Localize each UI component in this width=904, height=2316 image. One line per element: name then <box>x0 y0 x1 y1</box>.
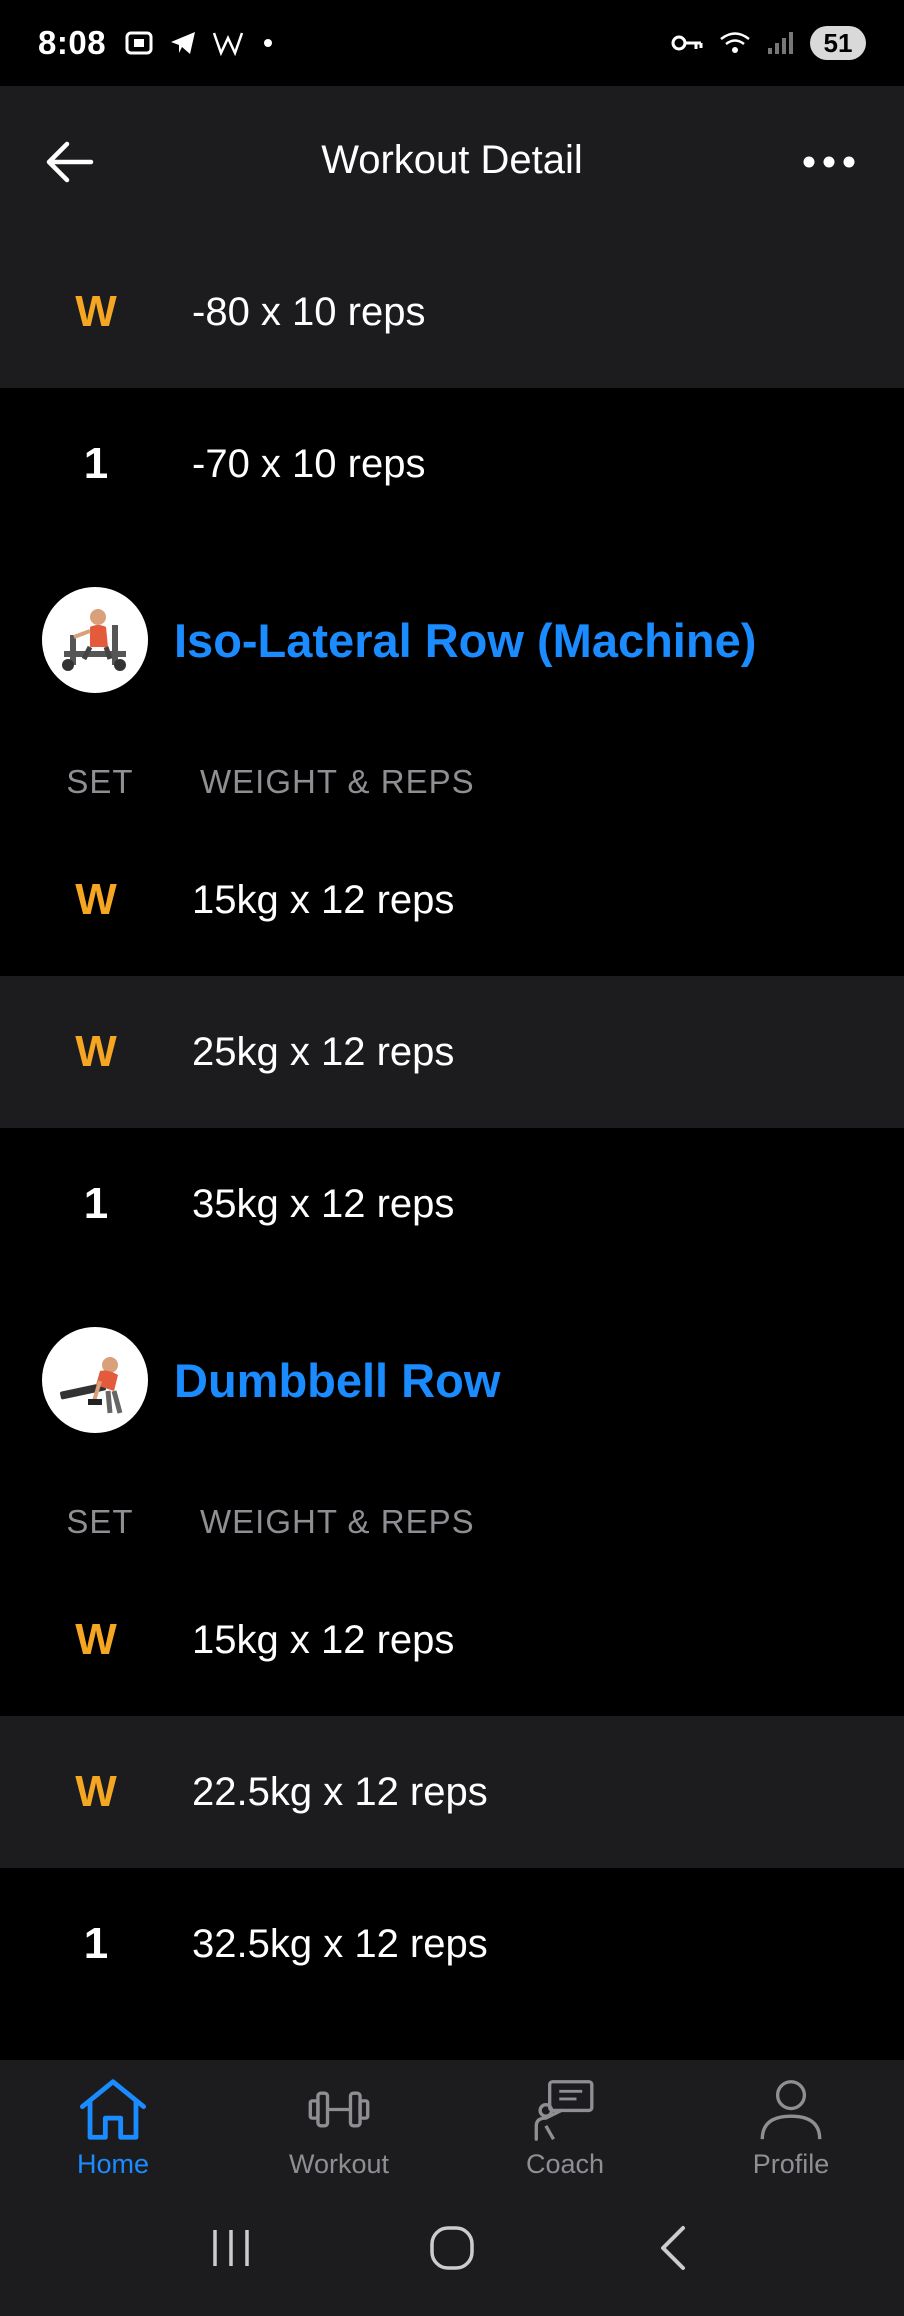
profile-icon <box>760 2080 822 2140</box>
nav-label-home: Home <box>76 2149 150 2179</box>
status-right-icons: 51 <box>670 26 866 60</box>
back-system-button[interactable] <box>628 2213 718 2283</box>
set-label: W <box>75 875 117 924</box>
chevron-left-icon <box>661 2226 686 2270</box>
app-header: Workout Detail <box>0 86 904 236</box>
home-circle-icon <box>430 2226 474 2270</box>
more-options-button[interactable] <box>794 132 864 192</box>
nav-item-profile[interactable]: Profile <box>678 2060 904 2180</box>
screenshot-icon <box>125 31 153 55</box>
home-icon <box>79 2079 147 2140</box>
page-title: Workout Detail <box>321 138 583 182</box>
set-weight-reps: -70 x 10 reps <box>192 441 426 486</box>
battery-indicator: 51 <box>810 26 866 60</box>
coach-icon <box>534 2080 594 2141</box>
set-label: 1 <box>83 439 109 488</box>
set-row: 1 -70 x 10 reps <box>0 388 904 540</box>
nav-label-workout: Workout <box>288 2149 390 2179</box>
set-label: 1 <box>83 1919 109 1968</box>
set-label: W <box>75 1615 117 1664</box>
nav-label-profile: Profile <box>752 2149 830 2179</box>
w-icon <box>212 32 244 57</box>
more-horizontal-icon <box>803 156 855 168</box>
column-header: SET WEIGHT & REPS <box>0 1480 904 1564</box>
bottom-nav: Home Workout Coach Profile <box>0 2060 904 2180</box>
exercise-name[interactable]: Iso-Lateral Row (Machine) <box>174 613 756 668</box>
home-system-button[interactable] <box>407 2213 497 2283</box>
dumbbell-row-icon <box>60 1357 123 1414</box>
nav-item-home[interactable]: Home <box>0 2060 226 2180</box>
column-header: SET WEIGHT & REPS <box>0 740 904 824</box>
exercise-header: Dumbbell Row <box>0 1280 904 1480</box>
status-time: 8:08 <box>38 24 107 61</box>
exercise-header: Iso-Lateral Row (Machine) <box>0 540 904 740</box>
set-weight-reps: 35kg x 12 reps <box>192 1181 455 1226</box>
set-label: 1 <box>83 1179 109 1228</box>
column-set-label: SET <box>66 1503 134 1540</box>
set-weight-reps: -80 x 10 reps <box>192 289 426 334</box>
nav-item-workout[interactable]: Workout <box>226 2060 452 2180</box>
set-weight-reps: 25kg x 12 reps <box>192 1029 455 1074</box>
column-weight-reps-label: WEIGHT & REPS <box>200 1503 475 1540</box>
recent-apps-button[interactable] <box>186 2213 276 2283</box>
set-label: W <box>75 1027 117 1076</box>
set-label: W <box>75 1767 117 1816</box>
dumbbell-icon <box>308 2091 370 2128</box>
set-row: W -80 x 10 reps <box>0 236 904 388</box>
column-set-label: SET <box>66 763 134 800</box>
key-icon <box>671 35 703 51</box>
signal-icon <box>768 32 793 54</box>
exercise-name[interactable]: Dumbbell Row <box>174 1353 500 1408</box>
status-bar: 8:08 51 <box>0 0 904 86</box>
nav-item-coach[interactable]: Coach <box>452 2060 678 2180</box>
set-weight-reps: 15kg x 12 reps <box>192 877 455 922</box>
set-row: 1 35kg x 12 reps <box>0 1128 904 1280</box>
column-weight-reps-label: WEIGHT & REPS <box>200 763 475 800</box>
wifi-icon <box>720 32 750 53</box>
system-nav-bar <box>0 2180 904 2316</box>
status-left-icons <box>124 28 278 58</box>
dot-icon <box>264 39 273 47</box>
recent-apps-icon <box>212 2230 249 2266</box>
exercise-thumbnail[interactable] <box>42 587 148 693</box>
row-machine-icon <box>62 609 126 671</box>
set-weight-reps: 32.5kg x 12 reps <box>192 1921 488 1966</box>
set-row: W 25kg x 12 reps <box>0 976 904 1128</box>
set-label: W <box>75 287 117 336</box>
set-row: 1 32.5kg x 12 reps <box>0 1868 904 2020</box>
set-weight-reps: 22.5kg x 12 reps <box>192 1769 488 1814</box>
set-row: W 15kg x 12 reps <box>0 1564 904 1716</box>
exercise-thumbnail[interactable] <box>42 1327 148 1433</box>
set-row: W 15kg x 12 reps <box>0 824 904 976</box>
set-weight-reps: 15kg x 12 reps <box>192 1617 455 1662</box>
workout-detail-content: W -80 x 10 reps 1 -70 x 10 reps Iso-Late… <box>0 236 904 2020</box>
set-row: W 22.5kg x 12 reps <box>0 1716 904 1868</box>
nav-label-coach: Coach <box>525 2149 605 2179</box>
battery-level: 51 <box>823 27 853 58</box>
telegram-icon <box>171 32 196 54</box>
